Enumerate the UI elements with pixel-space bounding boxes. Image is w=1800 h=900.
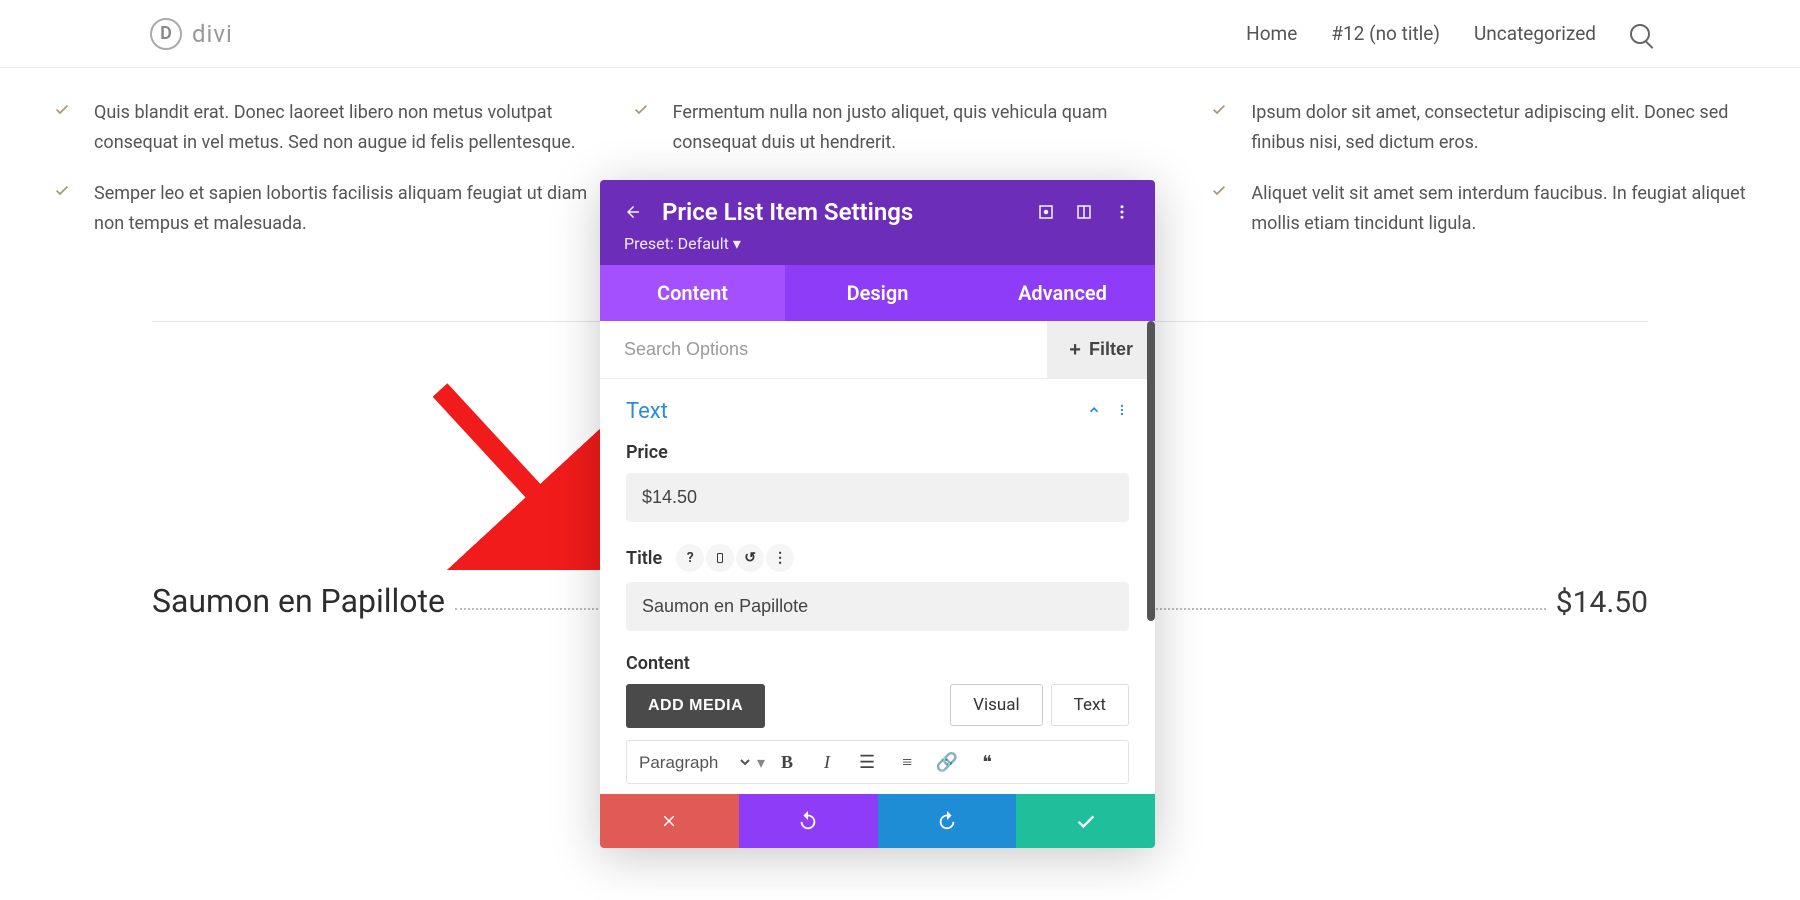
- tab-advanced[interactable]: Advanced: [970, 265, 1155, 321]
- field-kebab-icon[interactable]: ⋮: [766, 544, 794, 572]
- search-icon[interactable]: [1630, 24, 1650, 44]
- menu-item-price: $14.50: [1556, 585, 1648, 620]
- paragraph-select[interactable]: Paragraph: [635, 752, 753, 773]
- nav-links: Home #12 (no title) Uncategorized: [1246, 22, 1650, 45]
- quote-icon[interactable]: ❝: [969, 747, 1005, 777]
- number-list-icon[interactable]: ≡: [889, 747, 925, 777]
- help-icon[interactable]: ?: [676, 544, 704, 572]
- nav-home[interactable]: Home: [1246, 22, 1297, 45]
- save-button[interactable]: [1016, 794, 1155, 848]
- brand: D divi: [150, 18, 233, 50]
- expand-icon[interactable]: [1037, 203, 1055, 221]
- list-text: Fermentum nulla non justo aliquet, quis …: [673, 98, 1170, 157]
- tab-content[interactable]: Content: [600, 265, 785, 321]
- columns-icon[interactable]: [1075, 203, 1093, 221]
- collapse-icon[interactable]: [1087, 402, 1101, 421]
- list-item: Aliquet velit sit amet sem interdum fauc…: [1209, 179, 1748, 238]
- brand-logo-icon: D: [150, 18, 182, 50]
- redo-button[interactable]: [878, 794, 1017, 848]
- bold-icon[interactable]: B: [769, 747, 805, 777]
- list-item: Semper leo et sapien lobortis facilisis …: [52, 179, 591, 238]
- check-icon: [1209, 101, 1229, 157]
- modal-title: Price List Item Settings: [662, 198, 1017, 226]
- check-icon: [1209, 182, 1229, 238]
- brand-name: divi: [192, 20, 233, 48]
- modal-footer: [600, 794, 1155, 848]
- check-icon: [52, 101, 72, 157]
- list-text: Ipsum dolor sit amet, consectetur adipis…: [1251, 98, 1748, 157]
- scrollbar[interactable]: [1147, 321, 1155, 621]
- modal-tabs: Content Design Advanced: [600, 265, 1155, 321]
- list-text: Quis blandit erat. Donec laoreet libero …: [94, 98, 591, 157]
- add-media-button[interactable]: ADD MEDIA: [626, 684, 765, 728]
- editor-toolbar: Paragraph ▾ B I ☰ ≡ 🔗 ❝: [626, 740, 1129, 784]
- title-input[interactable]: [626, 582, 1129, 631]
- list-item: Fermentum nulla non justo aliquet, quis …: [631, 98, 1170, 157]
- search-row: +Filter: [600, 321, 1155, 379]
- reset-icon[interactable]: ↺: [736, 544, 764, 572]
- italic-icon[interactable]: I: [809, 747, 845, 777]
- cancel-button[interactable]: [600, 794, 739, 848]
- settings-modal: Price List Item Settings Preset: Default…: [600, 180, 1155, 848]
- list-text: Semper leo et sapien lobortis facilisis …: [94, 179, 591, 238]
- content-label: Content: [626, 653, 1129, 674]
- nav-uncategorized[interactable]: Uncategorized: [1474, 22, 1596, 45]
- top-bar: D divi Home #12 (no title) Uncategorized: [0, 0, 1800, 68]
- check-icon: [631, 101, 651, 157]
- price-label: Price: [626, 442, 1129, 463]
- price-input[interactable]: [626, 473, 1129, 522]
- search-input[interactable]: [600, 321, 1047, 378]
- undo-button[interactable]: [739, 794, 878, 848]
- section-kebab-icon[interactable]: [1115, 402, 1129, 421]
- preset-dropdown[interactable]: Preset: Default ▾: [624, 234, 1131, 253]
- list-item: Ipsum dolor sit amet, consectetur adipis…: [1209, 98, 1748, 157]
- list-item: Quis blandit erat. Donec laoreet libero …: [52, 98, 591, 157]
- list-text: Aliquet velit sit amet sem interdum fauc…: [1251, 179, 1748, 238]
- filter-button[interactable]: +Filter: [1047, 321, 1155, 378]
- link-icon[interactable]: 🔗: [929, 747, 965, 777]
- bullet-list-icon[interactable]: ☰: [849, 747, 885, 777]
- editor-tab-text[interactable]: Text: [1051, 684, 1129, 726]
- editor-tab-visual[interactable]: Visual: [950, 684, 1042, 726]
- kebab-icon[interactable]: [1113, 203, 1131, 221]
- title-label: Title ? ↺ ⋮: [626, 544, 1129, 572]
- responsive-icon[interactable]: [706, 544, 734, 572]
- tab-design[interactable]: Design: [785, 265, 970, 321]
- check-icon: [52, 182, 72, 238]
- modal-header: Price List Item Settings Preset: Default…: [600, 180, 1155, 265]
- nav-12[interactable]: #12 (no title): [1331, 22, 1440, 45]
- menu-item-title: Saumon en Papillote: [152, 582, 445, 620]
- back-icon[interactable]: [624, 203, 642, 221]
- section-title: Text: [626, 399, 668, 424]
- section-header[interactable]: Text: [626, 399, 1129, 424]
